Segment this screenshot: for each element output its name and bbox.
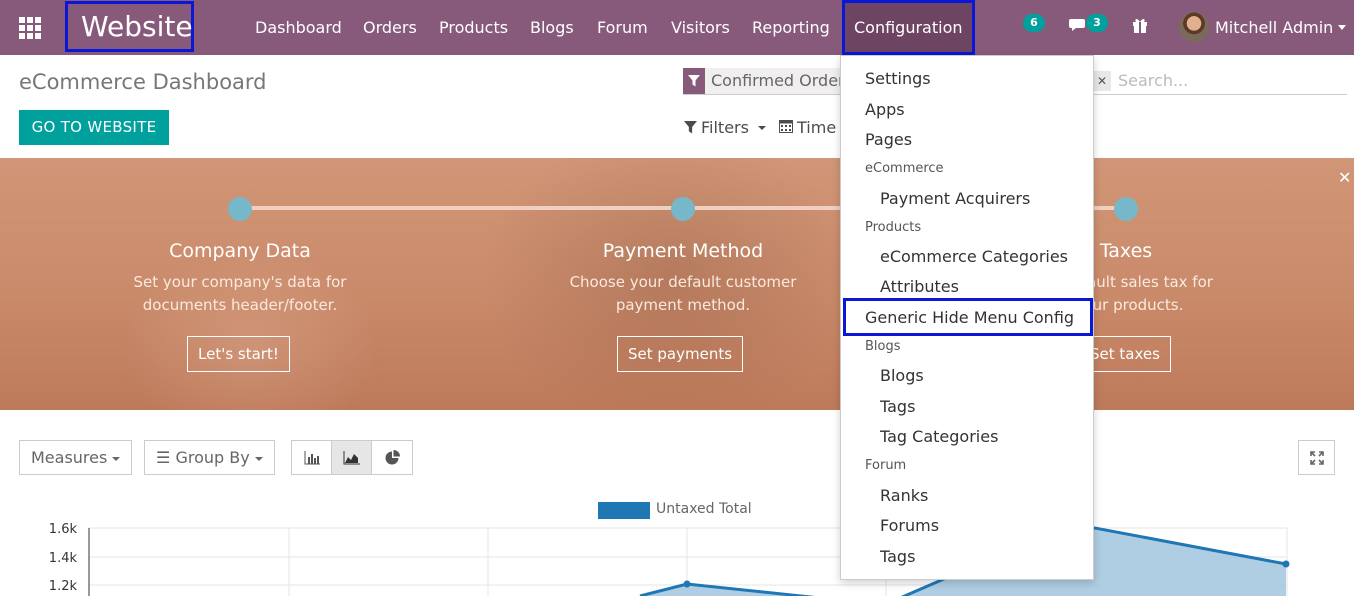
menu-item-ecommerce-categories[interactable]: eCommerce Categories — [880, 247, 1068, 266]
close-icon[interactable]: ✕ — [1338, 168, 1351, 187]
menu-header-forum: Forum — [865, 458, 907, 473]
step-dot — [228, 197, 252, 221]
data-point — [1282, 560, 1290, 568]
step-dot — [671, 197, 695, 221]
menu-item-apps[interactable]: Apps — [865, 100, 905, 119]
search-input[interactable]: Search... — [1118, 71, 1188, 90]
filter-icon — [684, 121, 697, 134]
area-chart-icon[interactable] — [332, 441, 372, 474]
chart-type-switcher — [291, 440, 413, 475]
user-menu[interactable]: Mitchell Admin — [1215, 0, 1333, 55]
go-to-website-button[interactable]: GO TO WEBSITE — [19, 110, 169, 145]
lets-start-button[interactable]: Let's start! — [187, 336, 290, 372]
menu-item-generic-hide-menu-config[interactable]: Generic Hide Menu Config — [865, 308, 1074, 327]
menu-dashboard[interactable]: Dashboard — [255, 0, 342, 55]
group-by-dropdown[interactable]: ☰ Group By — [144, 440, 275, 475]
gift-icon[interactable] — [1131, 16, 1149, 38]
menu-reporting[interactable]: Reporting — [752, 0, 830, 55]
menu-orders[interactable]: Orders — [363, 0, 417, 55]
menu-visitors[interactable]: Visitors — [671, 0, 730, 55]
app-brand[interactable]: Website — [65, 1, 194, 52]
filter-icon — [683, 68, 705, 94]
menu-item-tag-categories[interactable]: Tag Categories — [880, 427, 998, 446]
data-point — [683, 580, 691, 588]
step-company-desc: Set your company's data for documents hea… — [133, 273, 347, 314]
menu-item-pages[interactable]: Pages — [865, 130, 912, 149]
step-company-title: Company Data — [169, 240, 311, 262]
y-tick: 1.4k — [49, 551, 78, 566]
menu-item-settings[interactable]: Settings — [865, 69, 931, 88]
menu-item-ranks[interactable]: Ranks — [880, 486, 928, 505]
menu-item-payment-acquirers[interactable]: Payment Acquirers — [880, 189, 1030, 208]
calendar-icon — [779, 120, 793, 133]
menu-blogs[interactable]: Blogs — [530, 0, 574, 55]
expand-icon[interactable] — [1298, 440, 1335, 475]
chevron-down-icon[interactable] — [1338, 25, 1346, 30]
menu-header-ecommerce: eCommerce — [865, 161, 944, 176]
sales-chart: 1.6k 1.4k 1.2k — [49, 522, 1290, 596]
search-facet: Confirmed Orders — [683, 68, 865, 94]
step-payment-title: Payment Method — [602, 240, 764, 262]
menu-item-blogs[interactable]: Blogs — [880, 366, 924, 385]
messages-badge[interactable]: 3 — [1086, 14, 1108, 32]
user-avatar[interactable] — [1179, 12, 1209, 42]
configuration-dropdown: Settings Apps Pages eCommerce Payment Ac… — [840, 55, 1094, 580]
menu-item-blog-tags[interactable]: Tags — [880, 397, 915, 416]
page-title: eCommerce Dashboard — [19, 70, 267, 94]
filters-dropdown[interactable]: Filters — [684, 118, 766, 137]
step-dot — [1114, 197, 1138, 221]
y-tick: 1.6k — [49, 522, 78, 537]
menu-item-attributes[interactable]: Attributes — [880, 277, 959, 296]
step-payment-desc: Choose your default customer payment meth… — [569, 273, 797, 314]
pie-chart-icon[interactable] — [372, 441, 412, 474]
onboarding-banner: ✕ Company Data Set your company's data f… — [0, 158, 1354, 410]
measures-dropdown[interactable]: Measures — [19, 440, 133, 475]
activity-badge[interactable]: 6 — [1023, 14, 1045, 32]
menu-products[interactable]: Products — [439, 0, 508, 55]
y-tick: 1.2k — [49, 579, 78, 594]
set-payments-button[interactable]: Set payments — [617, 336, 744, 372]
apps-menu-icon[interactable] — [19, 17, 41, 39]
main-navbar: Website Dashboard Orders Products Blogs … — [0, 0, 1354, 55]
menu-item-forum-tags[interactable]: Tags — [880, 547, 915, 566]
menu-header-products: Products — [865, 220, 922, 235]
menu-header-blogs: Blogs — [865, 339, 901, 354]
menu-item-forums[interactable]: Forums — [880, 516, 939, 535]
remove-facet-icon[interactable]: ✕ — [1093, 71, 1111, 91]
filters-label: Filters — [701, 118, 749, 137]
menu-forum[interactable]: Forum — [597, 0, 648, 55]
bar-chart-icon[interactable] — [292, 441, 332, 474]
list-icon: ☰ — [156, 448, 171, 467]
menu-configuration[interactable]: Configuration — [842, 0, 975, 55]
